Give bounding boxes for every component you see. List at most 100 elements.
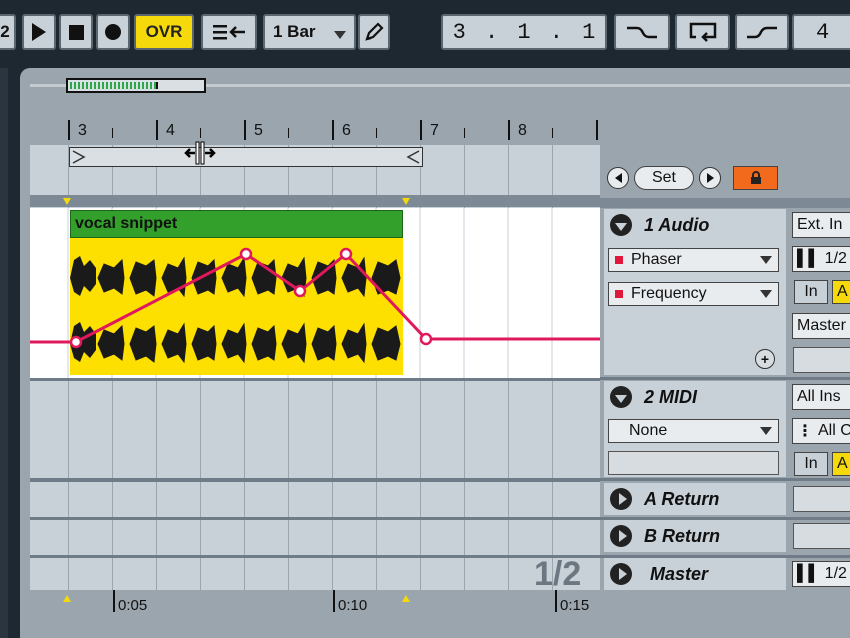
loop-start-handle[interactable] <box>72 150 86 164</box>
follow-icon <box>213 25 245 40</box>
punch-in-button[interactable] <box>614 14 670 50</box>
pause-icon: ▌▌ <box>797 250 820 267</box>
loop-button[interactable] <box>675 14 730 50</box>
quantize-select[interactable]: 1 Bar <box>263 14 356 50</box>
scroll-indicator: 1/2 <box>534 555 582 593</box>
master-channel-chooser[interactable]: ▌▌ 1/2 <box>792 561 850 587</box>
fold-icon[interactable] <box>610 525 632 547</box>
left-number: 2 <box>0 22 10 41</box>
parameter-chooser[interactable]: Frequency <box>608 282 779 306</box>
midi-monitor-auto-button[interactable]: A <box>832 452 850 476</box>
device-chooser[interactable]: Phaser <box>608 248 779 272</box>
arrow-left-icon <box>614 173 622 183</box>
chevron-down-icon <box>760 290 772 298</box>
input-type-chooser[interactable]: Ext. In <box>792 212 850 238</box>
start-marker[interactable] <box>63 198 71 205</box>
position-bar: 3 <box>452 19 466 45</box>
loop-icon <box>689 22 716 42</box>
plus-icon: + <box>760 351 770 367</box>
return-a-output-field[interactable] <box>793 486 850 512</box>
punch-out-button[interactable] <box>735 14 789 50</box>
midi-input-chooser[interactable]: All Ins <box>792 384 850 410</box>
add-lane-button[interactable]: + <box>755 349 775 369</box>
midi-track-title[interactable]: 2 MIDI <box>604 381 786 413</box>
fold-icon[interactable] <box>610 214 632 236</box>
return-b-output-field[interactable] <box>793 523 850 549</box>
lock-button[interactable] <box>733 166 778 190</box>
beat-time-ruler[interactable]: 3 4 5 6 7 8 <box>66 118 600 144</box>
bar-number: 8 <box>518 122 527 139</box>
punch-out-icon <box>747 26 777 39</box>
chevron-down-icon <box>760 427 772 435</box>
midi-monitor-in-button[interactable]: In <box>794 452 828 476</box>
play-icon <box>32 23 46 41</box>
fold-icon[interactable] <box>610 563 632 585</box>
track-name: Master <box>650 563 709 584</box>
arrow-right-icon <box>706 173 714 183</box>
lock-icon <box>750 171 761 184</box>
end-marker[interactable] <box>402 198 410 205</box>
automation-breakpoint <box>293 284 307 298</box>
automation-envelope[interactable] <box>30 208 600 378</box>
parameter-name: Frequency <box>631 285 707 302</box>
time-label: 0:15 <box>560 597 590 614</box>
fold-icon[interactable] <box>610 386 632 408</box>
loop-brace[interactable] <box>69 147 423 167</box>
loop-start-field[interactable]: 4 <box>792 14 850 50</box>
monitor-auto-button[interactable]: A <box>832 280 850 304</box>
stop-button[interactable] <box>59 14 93 50</box>
prev-locator-button[interactable] <box>607 167 629 189</box>
automation-breakpoint <box>419 332 433 346</box>
track-name: A Return <box>644 488 720 509</box>
ovr-button[interactable]: OVR <box>134 14 194 50</box>
draw-mode-button[interactable] <box>358 14 390 50</box>
transport-bar: 2 OVR 1 Bar 3 . 1 . 1 4 <box>0 0 850 66</box>
right-number: 4 <box>816 19 830 45</box>
track-name: 1 Audio <box>644 214 710 235</box>
device-name: Phaser <box>631 251 682 268</box>
set-label: Set <box>651 169 676 186</box>
midi-device-chooser[interactable]: None <box>608 419 779 443</box>
record-icon <box>105 24 121 40</box>
output-channel-field[interactable] <box>793 347 850 373</box>
device-name: None <box>629 422 668 439</box>
chevron-down-icon <box>334 31 346 39</box>
punch-in-icon <box>627 26 657 39</box>
audio-track-title[interactable]: 1 Audio <box>604 209 786 241</box>
overview-scroller[interactable] <box>66 78 206 93</box>
bar-number: 4 <box>166 122 175 139</box>
midi-lane-field[interactable] <box>608 451 779 475</box>
set-locator-button[interactable]: Set <box>634 166 694 190</box>
return-a-title[interactable]: A Return <box>604 483 786 515</box>
position-beat: 1 <box>517 19 531 45</box>
tempo-nudge-field[interactable]: 2 <box>0 14 16 50</box>
track-name: 2 MIDI <box>644 386 698 407</box>
master-track-title[interactable]: Master <box>604 558 786 590</box>
loop-end-handle[interactable] <box>406 150 420 164</box>
automation-breakpoint <box>69 335 83 349</box>
play-button[interactable] <box>22 14 56 50</box>
resize-cursor-icon <box>184 141 216 165</box>
pause-icon: ▌▌ <box>797 565 820 582</box>
start-marker-bottom[interactable] <box>63 595 71 602</box>
automation-breakpoint <box>339 247 353 261</box>
vertical-dots-icon: ⋮ <box>797 423 813 440</box>
chevron-down-icon <box>760 256 772 264</box>
next-locator-button[interactable] <box>699 167 721 189</box>
time-label: 0:05 <box>118 597 148 614</box>
song-position-display[interactable]: 3 . 1 . 1 <box>441 14 607 50</box>
track-name: B Return <box>644 525 720 546</box>
follow-button[interactable] <box>201 14 257 50</box>
position-sixteenth: 1 <box>582 19 596 45</box>
output-type-chooser[interactable]: Master <box>792 313 850 339</box>
input-channel-chooser[interactable]: ▌▌ 1/2 <box>792 246 850 272</box>
pencil-icon <box>365 22 384 41</box>
midi-channel-chooser[interactable]: ⋮ All C <box>792 418 850 444</box>
device-indicator <box>615 256 623 264</box>
record-button[interactable] <box>96 14 130 50</box>
end-marker-bottom[interactable] <box>402 595 410 602</box>
return-b-title[interactable]: B Return <box>604 520 786 552</box>
fold-icon[interactable] <box>610 488 632 510</box>
monitor-in-button[interactable]: In <box>794 280 828 304</box>
bar-number: 3 <box>78 122 87 139</box>
